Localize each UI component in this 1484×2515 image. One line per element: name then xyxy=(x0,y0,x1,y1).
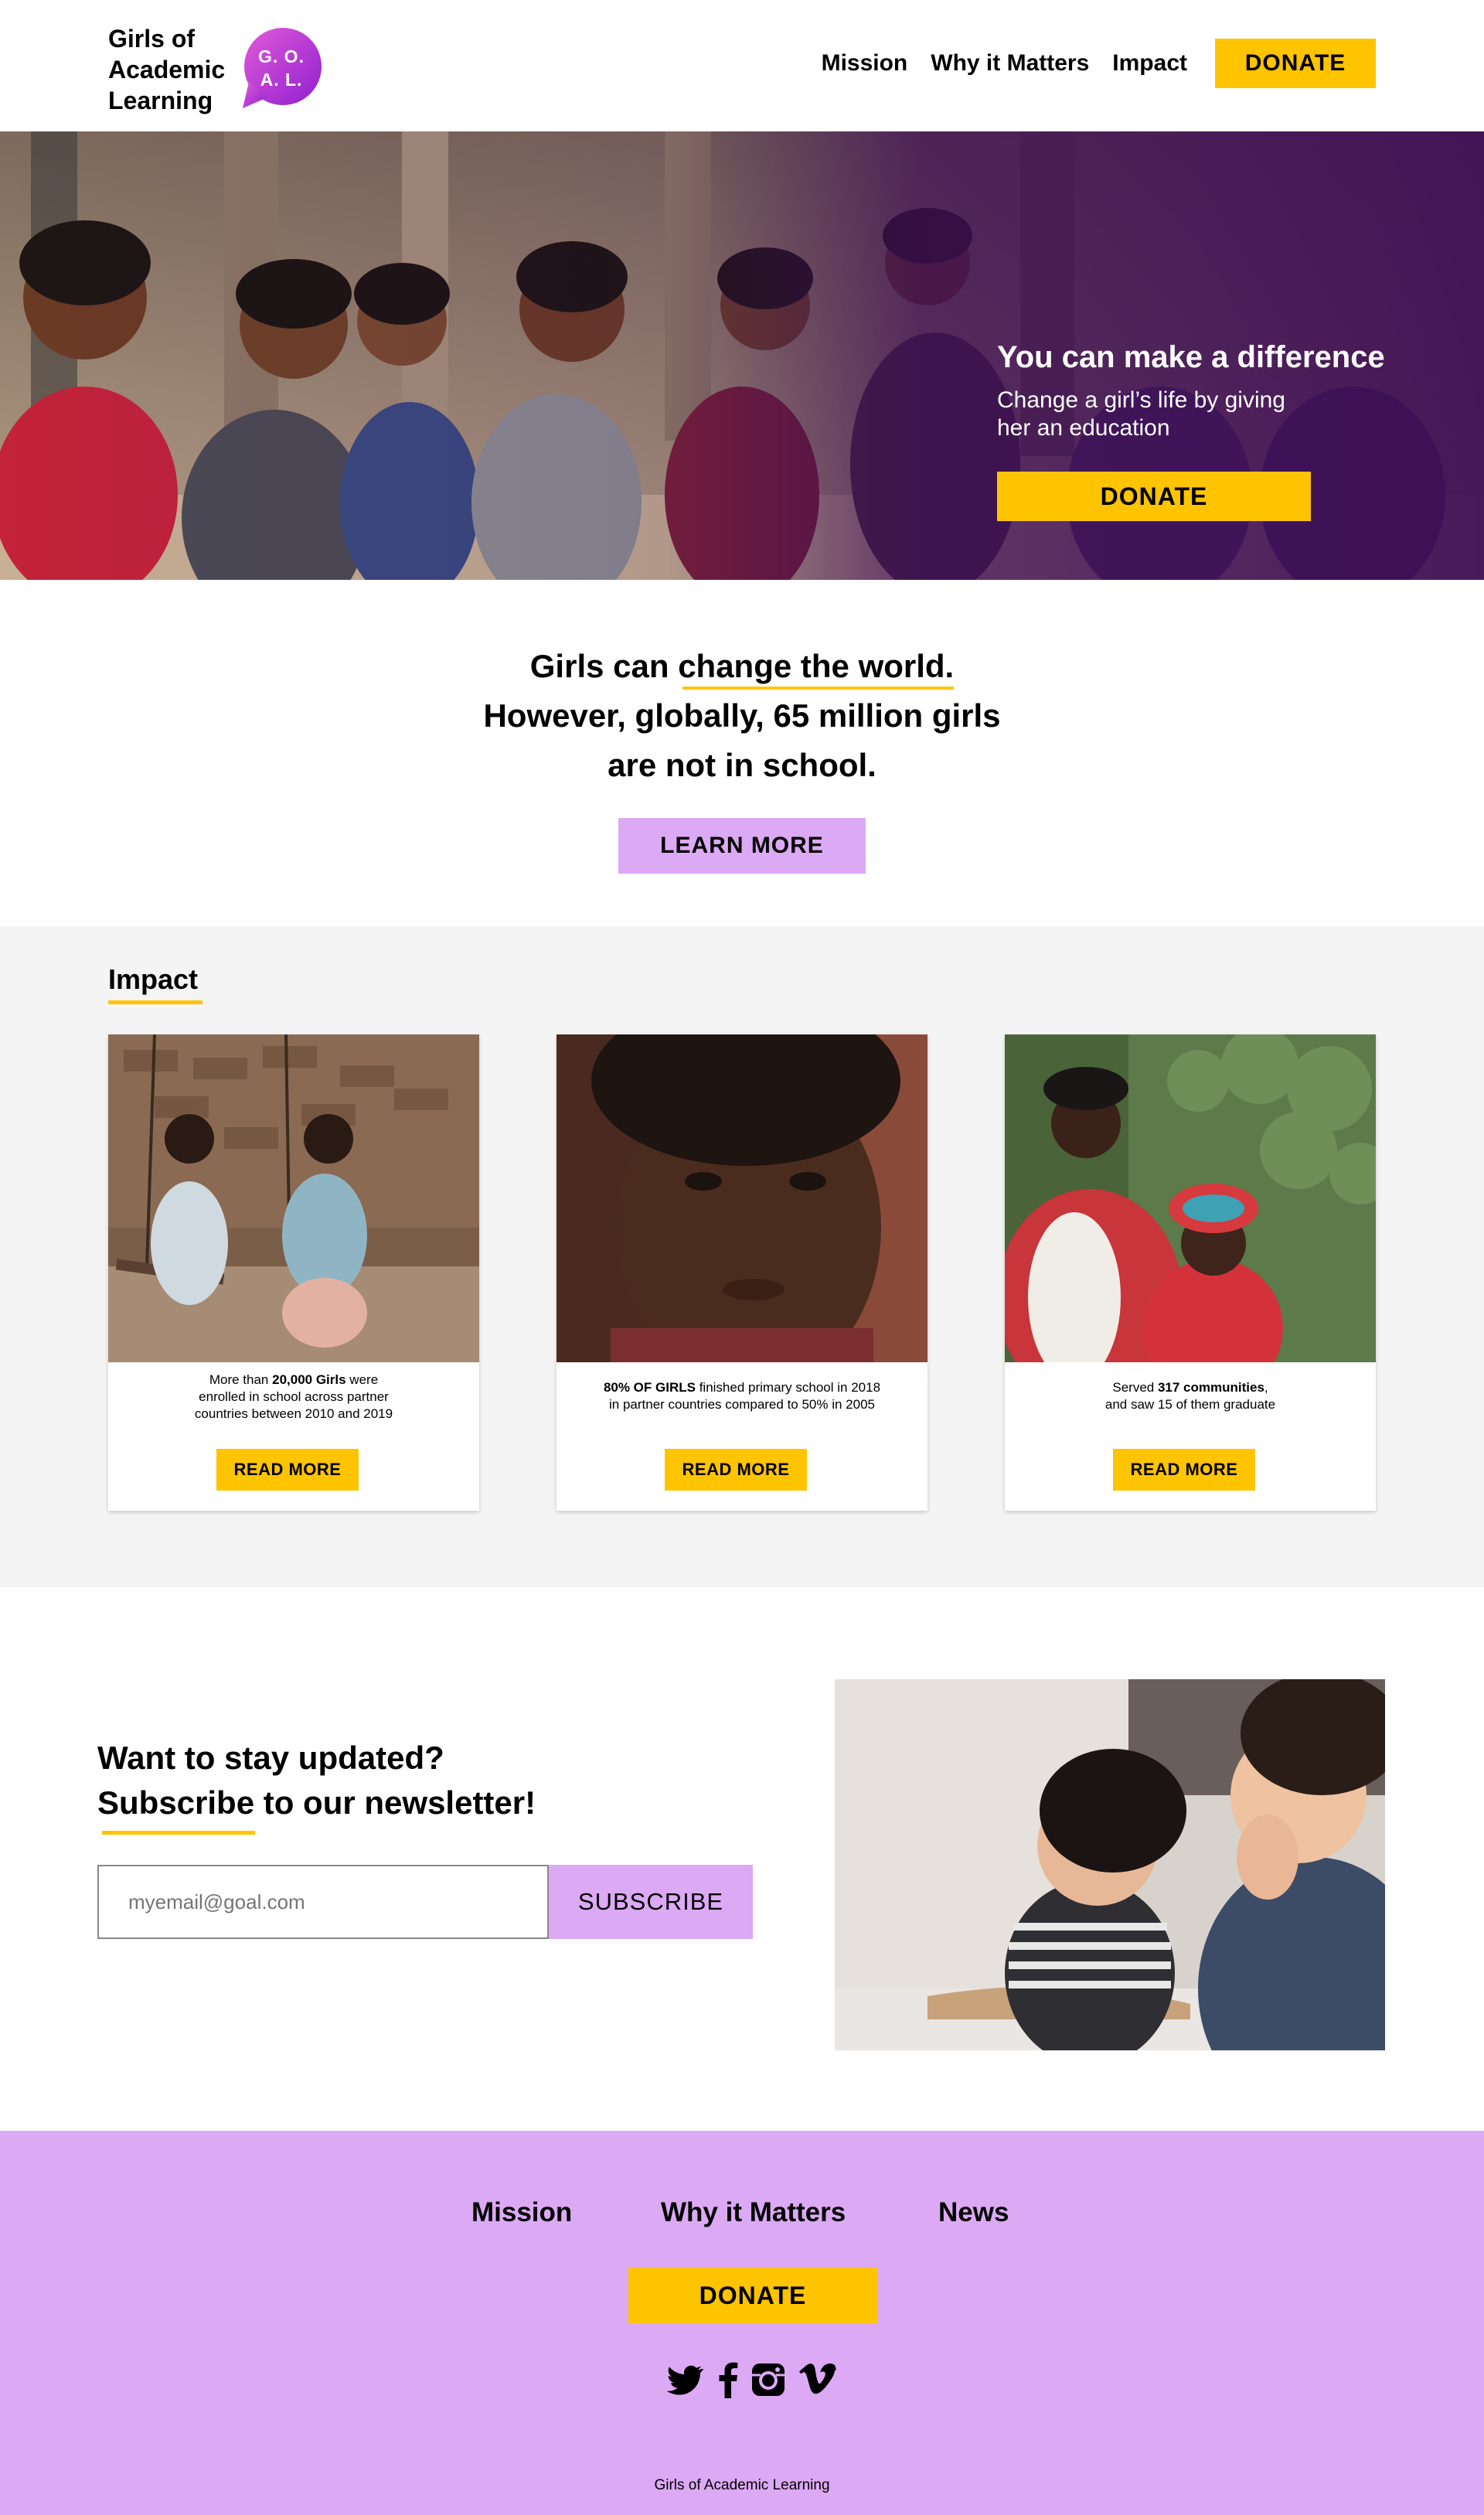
newsletter-line1: Want to stay updated? xyxy=(97,1740,444,1776)
hero-banner: You can make a difference Change a girl’… xyxy=(0,131,1484,580)
instagram-icon[interactable] xyxy=(750,2361,787,2398)
nav-impact[interactable]: Impact xyxy=(1112,50,1187,77)
footer-donate-button[interactable]: DONATE xyxy=(628,2268,877,2323)
footer-link-mission[interactable]: Mission xyxy=(471,2197,572,2228)
newsletter-heading: Want to stay updated? Subscribe to our n… xyxy=(97,1736,536,1825)
badge-text-line: A. L. xyxy=(260,70,303,90)
card-text-line: enrolled in school across partner xyxy=(199,1389,389,1404)
impact-photo-swings xyxy=(108,1034,479,1362)
statement-highlight: change the world. xyxy=(678,642,955,691)
impact-photo-two-girls xyxy=(1005,1034,1376,1362)
read-more-button[interactable]: READ MORE xyxy=(1113,1449,1255,1491)
brand-name-line: Learning xyxy=(108,87,213,114)
newsletter-line2: to our newsletter! xyxy=(254,1784,536,1821)
impact-card-text: More than 20,000 Girls were enrolled in … xyxy=(124,1372,464,1423)
subscribe-button[interactable]: SUBSCRIBE xyxy=(549,1865,753,1939)
nav-why-it-matters[interactable]: Why it Matters xyxy=(931,50,1089,77)
card-text-bold: 317 communities xyxy=(1157,1380,1264,1395)
card-text-bold: 80% OF GIRLS xyxy=(603,1380,696,1395)
heading-underline xyxy=(102,1831,255,1835)
badge-text-line: G. O. xyxy=(258,46,305,66)
twitter-icon[interactable] xyxy=(666,2361,703,2398)
vimeo-icon[interactable] xyxy=(799,2361,836,2398)
impact-card-text: 80% OF GIRLS finished primary school in … xyxy=(572,1379,912,1413)
card-text-post: , xyxy=(1264,1380,1268,1395)
brand-name: Girls of Academic Learning xyxy=(108,23,240,116)
card-text-pre: Served xyxy=(1112,1380,1158,1395)
newsletter-highlight: Subscribe xyxy=(97,1784,255,1821)
footer-link-why-it-matters[interactable]: Why it Matters xyxy=(661,2197,846,2228)
heading-underline xyxy=(108,1000,203,1004)
learn-more-button[interactable]: LEARN MORE xyxy=(618,818,866,874)
email-field[interactable] xyxy=(97,1865,549,1939)
card-text-post: were xyxy=(345,1372,379,1387)
site-header: Girls of Academic Learning G. O. A. L. M… xyxy=(0,0,1484,131)
brand-name-line: Academic xyxy=(108,56,226,83)
hero-donate-button[interactable]: DONATE xyxy=(997,472,1311,521)
impact-photo-portrait xyxy=(556,1034,928,1362)
impact-card-text: Served 317 communities, and saw 15 of th… xyxy=(1020,1379,1360,1413)
card-text-line: in partner countries compared to 50% in … xyxy=(609,1397,875,1412)
nav-mission[interactable]: Mission xyxy=(822,50,908,77)
card-text-post: finished primary school in 2018 xyxy=(695,1380,881,1395)
newsletter-photo xyxy=(835,1679,1385,2050)
mission-statement: Girls can change the world. However, glo… xyxy=(0,580,1484,928)
site-footer: Mission Why it Matters News DONATE Girls… xyxy=(0,2131,1484,2515)
card-text-line: and saw 15 of them graduate xyxy=(1104,1397,1276,1412)
card-text-line: countries between 2010 and 2019 xyxy=(194,1406,393,1421)
statement-line3: are not in school. xyxy=(608,747,876,783)
read-more-button[interactable]: READ MORE xyxy=(665,1449,807,1491)
impact-card: Served 317 communities, and saw 15 of th… xyxy=(1005,1034,1376,1511)
header-donate-button[interactable]: DONATE xyxy=(1215,39,1376,88)
speech-bubble-icon: G. O. A. L. xyxy=(241,28,322,108)
copyright-text: Girls of Academic Learning xyxy=(654,2477,830,2493)
card-text-pre: More than xyxy=(209,1372,273,1387)
card-text-bold: 20,000 Girls xyxy=(272,1372,346,1387)
facebook-icon[interactable] xyxy=(710,2361,747,2398)
hero-title: You can make a difference xyxy=(997,340,1385,374)
read-more-button[interactable]: READ MORE xyxy=(216,1449,359,1491)
impact-section: Impact More than 20,000 Girls were enrol… xyxy=(0,926,1484,1587)
impact-card: More than 20,000 Girls were enrolled in … xyxy=(108,1034,479,1511)
impact-card: 80% OF GIRLS finished primary school in … xyxy=(556,1034,928,1511)
statement-line2: However, globally, 65 million girls xyxy=(483,697,1001,734)
impact-heading: Impact xyxy=(108,963,199,995)
statement-text: Girls can change the world. However, glo… xyxy=(0,642,1484,790)
brand-logo[interactable]: Girls of Academic Learning G. O. A. L. xyxy=(108,23,322,116)
brand-name-line: Girls of xyxy=(108,25,196,53)
main-nav: Mission Why it Matters Impact DONATE xyxy=(822,39,1376,88)
hero-subtitle: Change a girl’s life by giving her an ed… xyxy=(997,387,1285,441)
statement-part1: Girls can xyxy=(529,648,679,684)
footer-link-news[interactable]: News xyxy=(938,2197,1009,2228)
